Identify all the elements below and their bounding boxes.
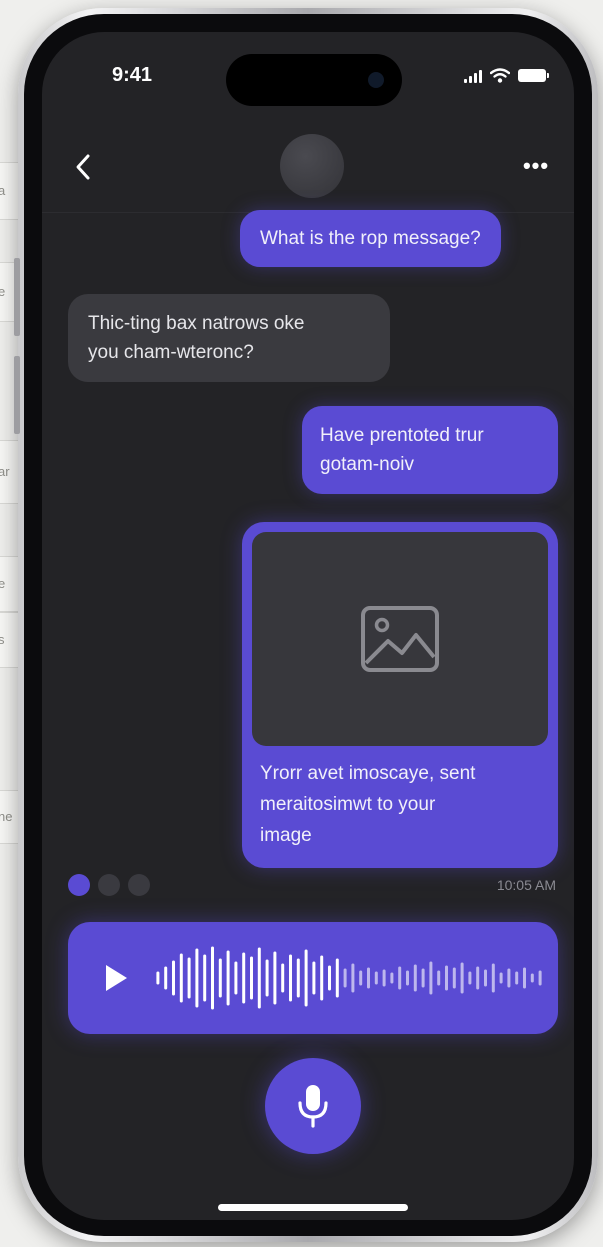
volume-button xyxy=(14,356,20,434)
volume-button xyxy=(14,258,20,336)
image-message[interactable]: Yrorr avet imoscaye, sent meraitosimwt t… xyxy=(242,522,558,868)
caption-line: image xyxy=(260,825,312,846)
caption-line: meraitosimwt to your xyxy=(260,794,436,815)
back-button[interactable] xyxy=(66,150,100,184)
play-icon xyxy=(106,965,127,991)
image-icon xyxy=(361,606,439,672)
battery-icon xyxy=(518,69,549,82)
chat-header: ••• xyxy=(42,132,574,213)
front-camera xyxy=(368,72,384,88)
message-timestamp: 10:05 AM xyxy=(496,877,556,893)
play-button[interactable] xyxy=(98,960,134,996)
phone-screen: 9:41 ••• What is the rop message? Thic-t… xyxy=(42,32,574,1220)
image-placeholder[interactable] xyxy=(252,532,548,746)
wifi-icon xyxy=(490,68,510,83)
microphone-icon xyxy=(298,1085,328,1128)
message-text-line: Thic-ting bax natrows oke xyxy=(88,313,305,334)
outgoing-message[interactable]: Have prentoted trur gotam-noiv xyxy=(302,406,558,494)
typing-indicator xyxy=(68,874,150,896)
voice-message[interactable] xyxy=(68,922,558,1034)
chevron-left-icon xyxy=(76,154,90,180)
message-text-line: gotam-noiv xyxy=(320,454,414,475)
more-horizontal-icon: ••• xyxy=(522,153,550,178)
contact-avatar[interactable] xyxy=(280,134,344,198)
home-indicator[interactable] xyxy=(218,1204,408,1211)
dynamic-island xyxy=(226,54,402,106)
signal-icon xyxy=(464,69,482,83)
image-caption: Yrorr avet imoscaye, sent meraitosimwt t… xyxy=(260,758,550,851)
message-text-line: you cham-wteronc? xyxy=(88,342,254,363)
message-text-line: Have prentoted trur xyxy=(320,425,484,446)
incoming-message[interactable]: Thic-ting bax natrows oke you cham-wtero… xyxy=(68,294,390,382)
caption-line: Yrorr avet imoscaye, sent xyxy=(260,763,476,784)
typing-dot xyxy=(128,874,150,896)
status-time: 9:41 xyxy=(112,64,153,86)
microphone-button[interactable] xyxy=(265,1058,361,1154)
message-text: What is the rop message? xyxy=(260,228,481,249)
more-options-button[interactable]: ••• xyxy=(516,146,556,186)
waveform-icon xyxy=(156,946,542,1010)
outgoing-message[interactable]: What is the rop message? xyxy=(240,210,501,267)
status-icons xyxy=(464,68,549,83)
typing-dot xyxy=(98,874,120,896)
typing-dot xyxy=(68,874,90,896)
